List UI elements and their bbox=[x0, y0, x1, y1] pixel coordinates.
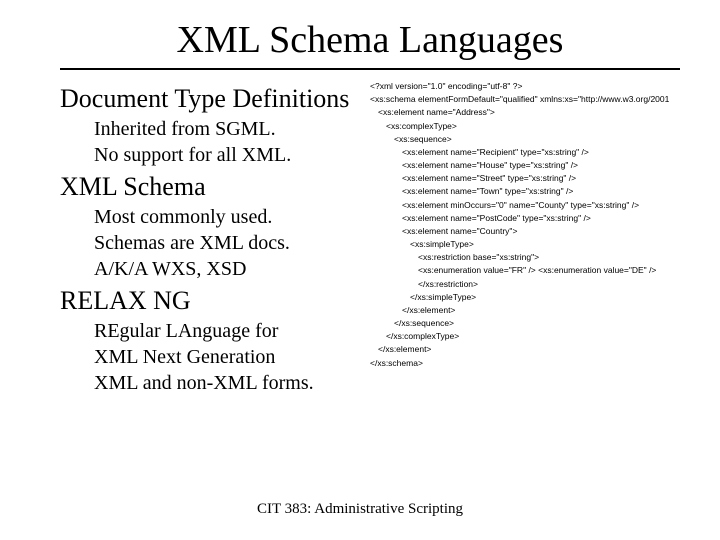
code-line: </xs:schema> bbox=[370, 357, 680, 370]
dtd-line2: No support for all XML. bbox=[94, 142, 370, 168]
dtd-line1: Inherited from SGML. bbox=[94, 116, 370, 142]
relaxng-line1: REgular LAnguage for bbox=[94, 318, 370, 344]
code-column: <?xml version="1.0" encoding="utf-8" ?> … bbox=[370, 80, 680, 396]
horizontal-rule bbox=[60, 68, 680, 70]
xmlschema-line1: Most commonly used. bbox=[94, 204, 370, 230]
code-line: <xs:element name="Country"> bbox=[370, 225, 680, 238]
code-line: </xs:element> bbox=[370, 304, 680, 317]
code-line: <xs:restriction base="xs:string"> bbox=[370, 251, 680, 264]
code-line: <xs:element name="Town" type="xs:string"… bbox=[370, 185, 680, 198]
code-line: <xs:element minOccurs="0" name="County" … bbox=[370, 199, 680, 212]
relaxng-heading: RELAX NG bbox=[60, 286, 370, 316]
code-line: </xs:complexType> bbox=[370, 330, 680, 343]
footer-text: CIT 383: Administrative Scripting bbox=[0, 501, 720, 518]
code-line: <xs:enumeration value="FR" /> <xs:enumer… bbox=[370, 264, 680, 277]
code-line: <?xml version="1.0" encoding="utf-8" ?> bbox=[370, 80, 680, 93]
code-line: <xs:element name="Street" type="xs:strin… bbox=[370, 172, 680, 185]
xmlschema-line3: A/K/A WXS, XSD bbox=[94, 256, 370, 282]
code-line: <xs:complexType> bbox=[370, 120, 680, 133]
dtd-heading: Document Type Definitions bbox=[60, 84, 370, 114]
left-column: Document Type Definitions Inherited from… bbox=[60, 80, 370, 396]
code-line: <xs:element name="House" type="xs:string… bbox=[370, 159, 680, 172]
page-title: XML Schema Languages bbox=[60, 18, 680, 62]
relaxng-line2: XML Next Generation bbox=[94, 344, 370, 370]
code-line: </xs:simpleType> bbox=[370, 291, 680, 304]
xmlschema-heading: XML Schema bbox=[60, 172, 370, 202]
code-line: </xs:sequence> bbox=[370, 317, 680, 330]
code-line: </xs:element> bbox=[370, 343, 680, 356]
code-line: <xs:simpleType> bbox=[370, 238, 680, 251]
code-line: <xs:element name="Address"> bbox=[370, 106, 680, 119]
xmlschema-line2: Schemas are XML docs. bbox=[94, 230, 370, 256]
code-line: <xs:schema elementFormDefault="qualified… bbox=[370, 93, 680, 106]
code-line: <xs:element name="Recipient" type="xs:st… bbox=[370, 146, 680, 159]
code-line: <xs:sequence> bbox=[370, 133, 680, 146]
relaxng-line3: XML and non-XML forms. bbox=[94, 370, 370, 396]
code-line: <xs:element name="PostCode" type="xs:str… bbox=[370, 212, 680, 225]
content-columns: Document Type Definitions Inherited from… bbox=[60, 80, 680, 396]
code-line: </xs:restriction> bbox=[370, 278, 680, 291]
